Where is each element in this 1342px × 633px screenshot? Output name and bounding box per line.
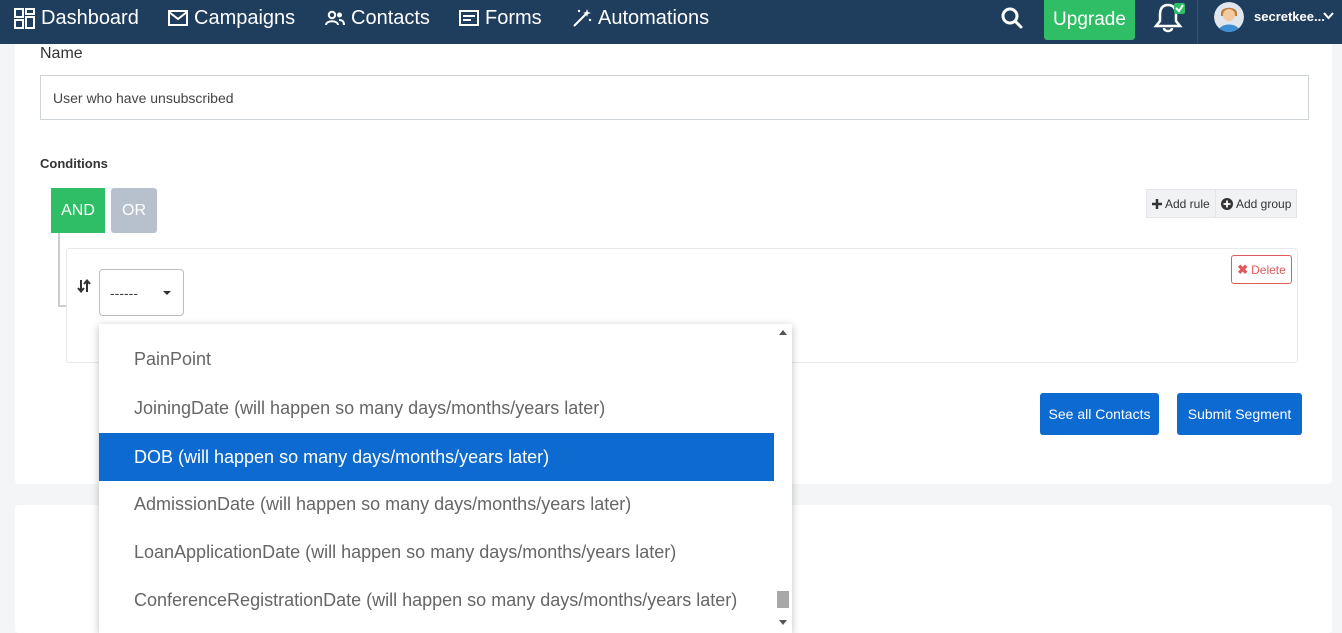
delete-label: Delete bbox=[1251, 262, 1286, 277]
segment-name-input[interactable] bbox=[40, 75, 1309, 120]
nav-forms[interactable]: Forms bbox=[459, 0, 542, 36]
upgrade-button[interactable]: Upgrade bbox=[1044, 0, 1135, 40]
close-icon: ✖ bbox=[1237, 261, 1249, 277]
dropdown-option[interactable]: ConferenceRegistrationDate (will happen … bbox=[99, 576, 774, 624]
or-toggle-button[interactable]: OR bbox=[111, 188, 157, 233]
magic-wand-icon bbox=[573, 9, 592, 27]
users-icon bbox=[325, 10, 345, 26]
nav-campaigns-label: Campaigns bbox=[194, 6, 296, 29]
nav-campaigns[interactable]: Campaigns bbox=[168, 0, 295, 36]
envelope-icon bbox=[168, 10, 188, 26]
dropdown-option-selected[interactable]: DOB (will happen so many days/months/yea… bbox=[99, 433, 774, 481]
see-all-contacts-button[interactable]: See all Contacts bbox=[1040, 393, 1159, 435]
nav-divider bbox=[1197, 0, 1198, 44]
page-scrollbar[interactable] bbox=[1334, 44, 1342, 633]
nav-dashboard[interactable]: Dashboard bbox=[14, 0, 139, 36]
add-rule-button[interactable]: Add rule bbox=[1146, 189, 1216, 218]
submit-segment-button[interactable]: Submit Segment bbox=[1177, 393, 1302, 435]
username[interactable]: secretkee... bbox=[1254, 9, 1325, 24]
scrollbar-thumb[interactable] bbox=[777, 591, 789, 608]
caret-down-icon bbox=[163, 291, 171, 295]
plus-icon bbox=[1152, 198, 1162, 209]
scroll-up-arrow-icon[interactable] bbox=[779, 330, 787, 335]
scroll-down-arrow-icon[interactable] bbox=[779, 620, 787, 625]
conditions-label: Conditions bbox=[40, 156, 108, 171]
rule-field-select[interactable]: ------ bbox=[99, 269, 184, 316]
sort-drag-icon[interactable] bbox=[77, 279, 91, 293]
dropdown-scrollbar[interactable] bbox=[774, 324, 792, 633]
name-label: Name bbox=[40, 45, 83, 62]
dropdown-option[interactable]: PainPoint bbox=[99, 335, 774, 383]
field-dropdown-list: PainPoint JoiningDate (will happen so ma… bbox=[99, 324, 792, 633]
delete-rule-button[interactable]: ✖ Delete bbox=[1231, 255, 1292, 284]
top-navbar: Dashboard Campaigns Contacts Forms Autom… bbox=[0, 0, 1342, 44]
search-icon[interactable] bbox=[1000, 6, 1024, 30]
dashboard-icon bbox=[14, 7, 35, 29]
add-rule-label: Add rule bbox=[1165, 196, 1210, 211]
dropdown-option[interactable]: JoiningDate (will happen so many days/mo… bbox=[99, 384, 774, 432]
avatar[interactable] bbox=[1214, 2, 1244, 32]
form-icon bbox=[459, 10, 479, 26]
nav-forms-label: Forms bbox=[485, 6, 542, 29]
bell-icon[interactable] bbox=[1153, 2, 1187, 34]
plus-circle-icon bbox=[1221, 197, 1233, 210]
rule-field-value: ------ bbox=[110, 284, 138, 301]
nav-automations[interactable]: Automations bbox=[572, 0, 709, 36]
nav-automations-label: Automations bbox=[598, 6, 710, 29]
user-avatar-icon bbox=[1214, 2, 1244, 32]
dropdown-option[interactable]: AdmissionDate (will happen so many days/… bbox=[99, 480, 774, 528]
nav-contacts-label: Contacts bbox=[351, 6, 430, 29]
nav-dashboard-label: Dashboard bbox=[41, 6, 139, 29]
dropdown-option[interactable]: LoanApplicationDate (will happen so many… bbox=[99, 528, 774, 576]
and-toggle-button[interactable]: AND bbox=[51, 188, 105, 233]
chevron-down-icon[interactable] bbox=[1323, 12, 1334, 20]
add-group-button[interactable]: Add group bbox=[1215, 189, 1298, 218]
nav-contacts[interactable]: Contacts bbox=[325, 0, 430, 36]
add-group-label: Add group bbox=[1236, 196, 1292, 211]
